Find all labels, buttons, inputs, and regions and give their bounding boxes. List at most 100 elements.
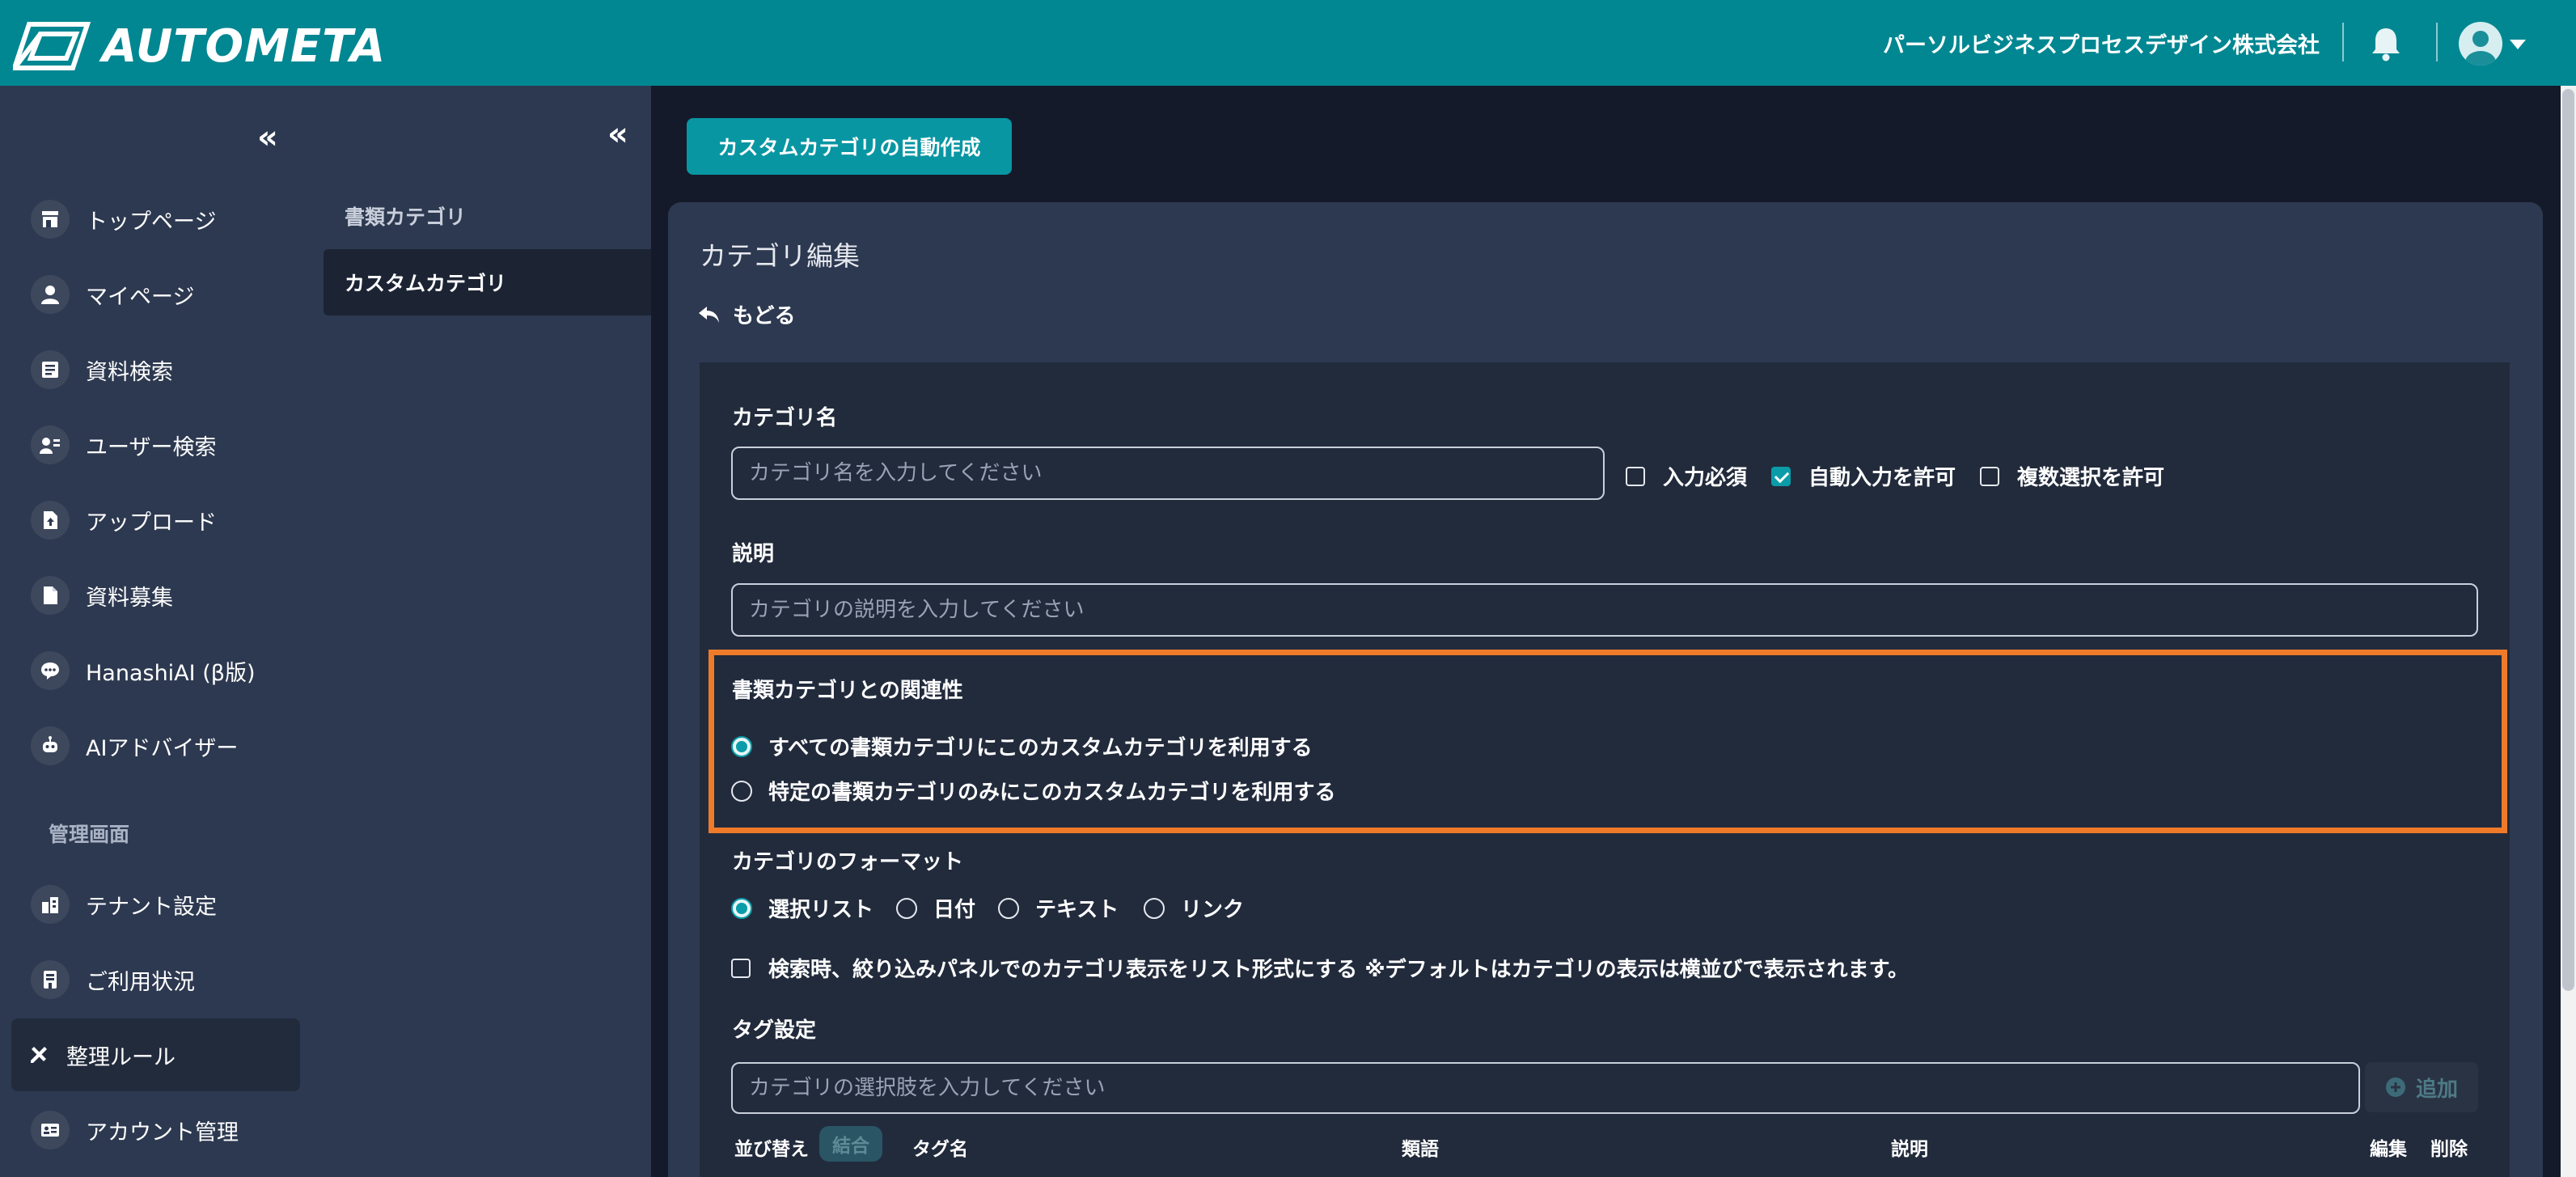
sidebar-item-label: アップロード [86,510,217,536]
relation-label: 書類カテゴリとの関連性 [732,679,963,703]
tag-settings-label: タグ設定 [732,1018,817,1043]
synonym-column-header: 類語 [1402,1139,1439,1160]
auto-create-button[interactable]: カスタムカテゴリの自動作成 [687,118,1012,175]
sidebar-item-label: ユーザー検索 [86,434,217,460]
sidebar-item-top-page[interactable]: トップページ [11,183,300,256]
add-tag-button[interactable]: 追加 [2365,1062,2478,1112]
checkbox-box [1980,466,1999,486]
app-logo[interactable]: AUTOMETA [13,18,386,74]
id-card-icon [31,1111,70,1149]
sub-sidebar: « 書類カテゴリ カスタムカテゴリ [302,86,651,1177]
sidebar-item-organize-rules[interactable]: 整理ルール [11,1018,300,1091]
sidebar-item-label: マイページ [86,284,195,310]
sidebar-item-user-search[interactable]: ユーザー検索 [11,409,300,481]
auto-input-checkbox[interactable]: 自動入力を許可 [1771,461,1956,491]
radio-label: テキスト [1035,898,1119,922]
format-option-date[interactable]: 日付 [896,893,975,923]
edit-column-header: 編集 [2370,1139,2407,1160]
admin-section-label: 管理画面 [49,823,130,846]
scrollbar-thumb[interactable] [2562,89,2574,991]
logo-mark-icon [13,22,91,70]
sidebar-item-label: AIアドバイザー [86,735,239,761]
sidebar-item-account-management[interactable]: アカウント管理 [11,1094,300,1166]
checkbox-label: 複数選択を許可 [2017,466,2165,490]
merge-button[interactable]: 結合 [819,1126,882,1162]
checkbox-box [1771,466,1791,486]
description-label: 説明 [732,542,775,566]
radio-button [1144,897,1165,919]
checkbox-label: 入力必須 [1663,466,1748,490]
add-circle-icon [2385,1078,2405,1097]
sidebar-item-document-search[interactable]: 資料検索 [11,333,300,406]
radio-label: すべての書類カテゴリにこのカスタムカテゴリを利用する [768,736,1313,760]
subnav-item-document-category[interactable]: 書類カテゴリ [324,183,651,249]
relation-option-all[interactable]: すべての書類カテゴリにこのカスタムカテゴリを利用する [731,731,1313,761]
receipt-icon [31,960,70,999]
tag-input[interactable] [731,1062,2360,1114]
checkbox-label: 検索時、絞り込みパネルでのカテゴリ表示をリスト形式にする ※デフォルトはカテゴリ… [768,958,1909,982]
header-divider [2436,23,2438,61]
sidebar-item-label: 資料募集 [86,585,173,611]
top-bar: AUTOMETA パーソルビジネスプロセスデザイン株式会社 [0,0,2576,86]
radio-label: 特定の書類カテゴリのみにこのカスタムカテゴリを利用する [768,781,1336,805]
store-icon [31,200,70,239]
caret-down-icon[interactable] [2509,39,2527,50]
add-tag-label: 追加 [2415,1077,2458,1102]
sidebar-item-tenant-settings[interactable]: テナント設定 [11,868,300,941]
sidebar-collapse-button[interactable]: « [257,121,278,154]
bell-icon[interactable] [2370,26,2402,61]
sidebar-item-document-request[interactable]: 資料募集 [11,559,300,632]
sidebar-item-label: アカウント管理 [86,1120,239,1145]
format-option-link[interactable]: リンク [1144,893,1244,923]
radio-label: 選択リスト [768,898,874,922]
radio-button [998,897,1019,919]
radio-button [896,897,917,919]
radio-label: リンク [1181,898,1245,922]
list-display-checkbox[interactable]: 検索時、絞り込みパネルでのカテゴリ表示をリスト形式にする ※デフォルトはカテゴリ… [731,953,1909,983]
category-name-label: カテゴリ名 [732,406,838,430]
sidebar-item-label: テナント設定 [86,894,217,920]
subnav-collapse-button[interactable]: « [607,118,628,150]
sort-column-header: 並び替え [734,1139,809,1160]
avatar[interactable] [2459,22,2502,66]
subnav-item-custom-category[interactable]: カスタムカテゴリ [324,249,651,315]
logo-text: AUTOMETA [102,19,387,73]
radio-label: 日付 [933,898,976,922]
sidebar-item-label: 資料検索 [86,359,173,385]
sidebar-item-label: HanashiAI (β版) [86,660,256,686]
delete-column-header: 削除 [2430,1139,2468,1160]
radio-button [731,780,752,802]
upload-file-icon [31,501,70,540]
tag-name-column-header: タグ名 [912,1139,968,1160]
multi-select-checkbox[interactable]: 複数選択を許可 [1980,461,2164,491]
format-option-text[interactable]: テキスト [998,893,1119,923]
checkbox-box [1626,466,1645,486]
sidebar-item-hanashi-ai[interactable]: HanashiAI (β版) [11,634,300,707]
user-search-icon [31,425,70,464]
description-column-header: 説明 [1891,1139,1928,1160]
robot-icon [31,726,70,765]
description-input[interactable] [731,583,2478,637]
sidebar-item-usage[interactable]: ご利用状況 [11,943,300,1016]
format-option-select-list[interactable]: 選択リスト [731,893,873,923]
user-avatar-icon [2465,31,2496,66]
sidebar-item-ai-advisor[interactable]: AIアドバイザー [11,709,300,782]
sidebar-item-label: 整理ルール [66,1044,176,1070]
document-search-icon [31,350,70,389]
subnav-item-label: カスタムカテゴリ [345,272,507,295]
sidebar-item-my-page[interactable]: マイページ [11,258,300,331]
person-icon [31,275,70,314]
chat-icon [31,651,70,690]
required-checkbox[interactable]: 入力必須 [1626,461,1747,491]
relation-option-specific[interactable]: 特定の書類カテゴリのみにこのカスタムカテゴリを利用する [731,776,1335,806]
format-label: カテゴリのフォーマット [732,850,964,874]
checkbox-box [731,958,751,978]
category-name-input[interactable] [731,447,1605,500]
tools-icon [19,1035,58,1074]
back-label: もどる [733,304,796,328]
subnav-item-label: 書類カテゴリ [345,205,467,229]
back-link[interactable]: もどる [697,299,795,329]
sidebar-item-label: ご利用状況 [86,969,195,995]
sidebar-item-upload[interactable]: アップロード [11,484,300,557]
radio-button [731,897,752,919]
